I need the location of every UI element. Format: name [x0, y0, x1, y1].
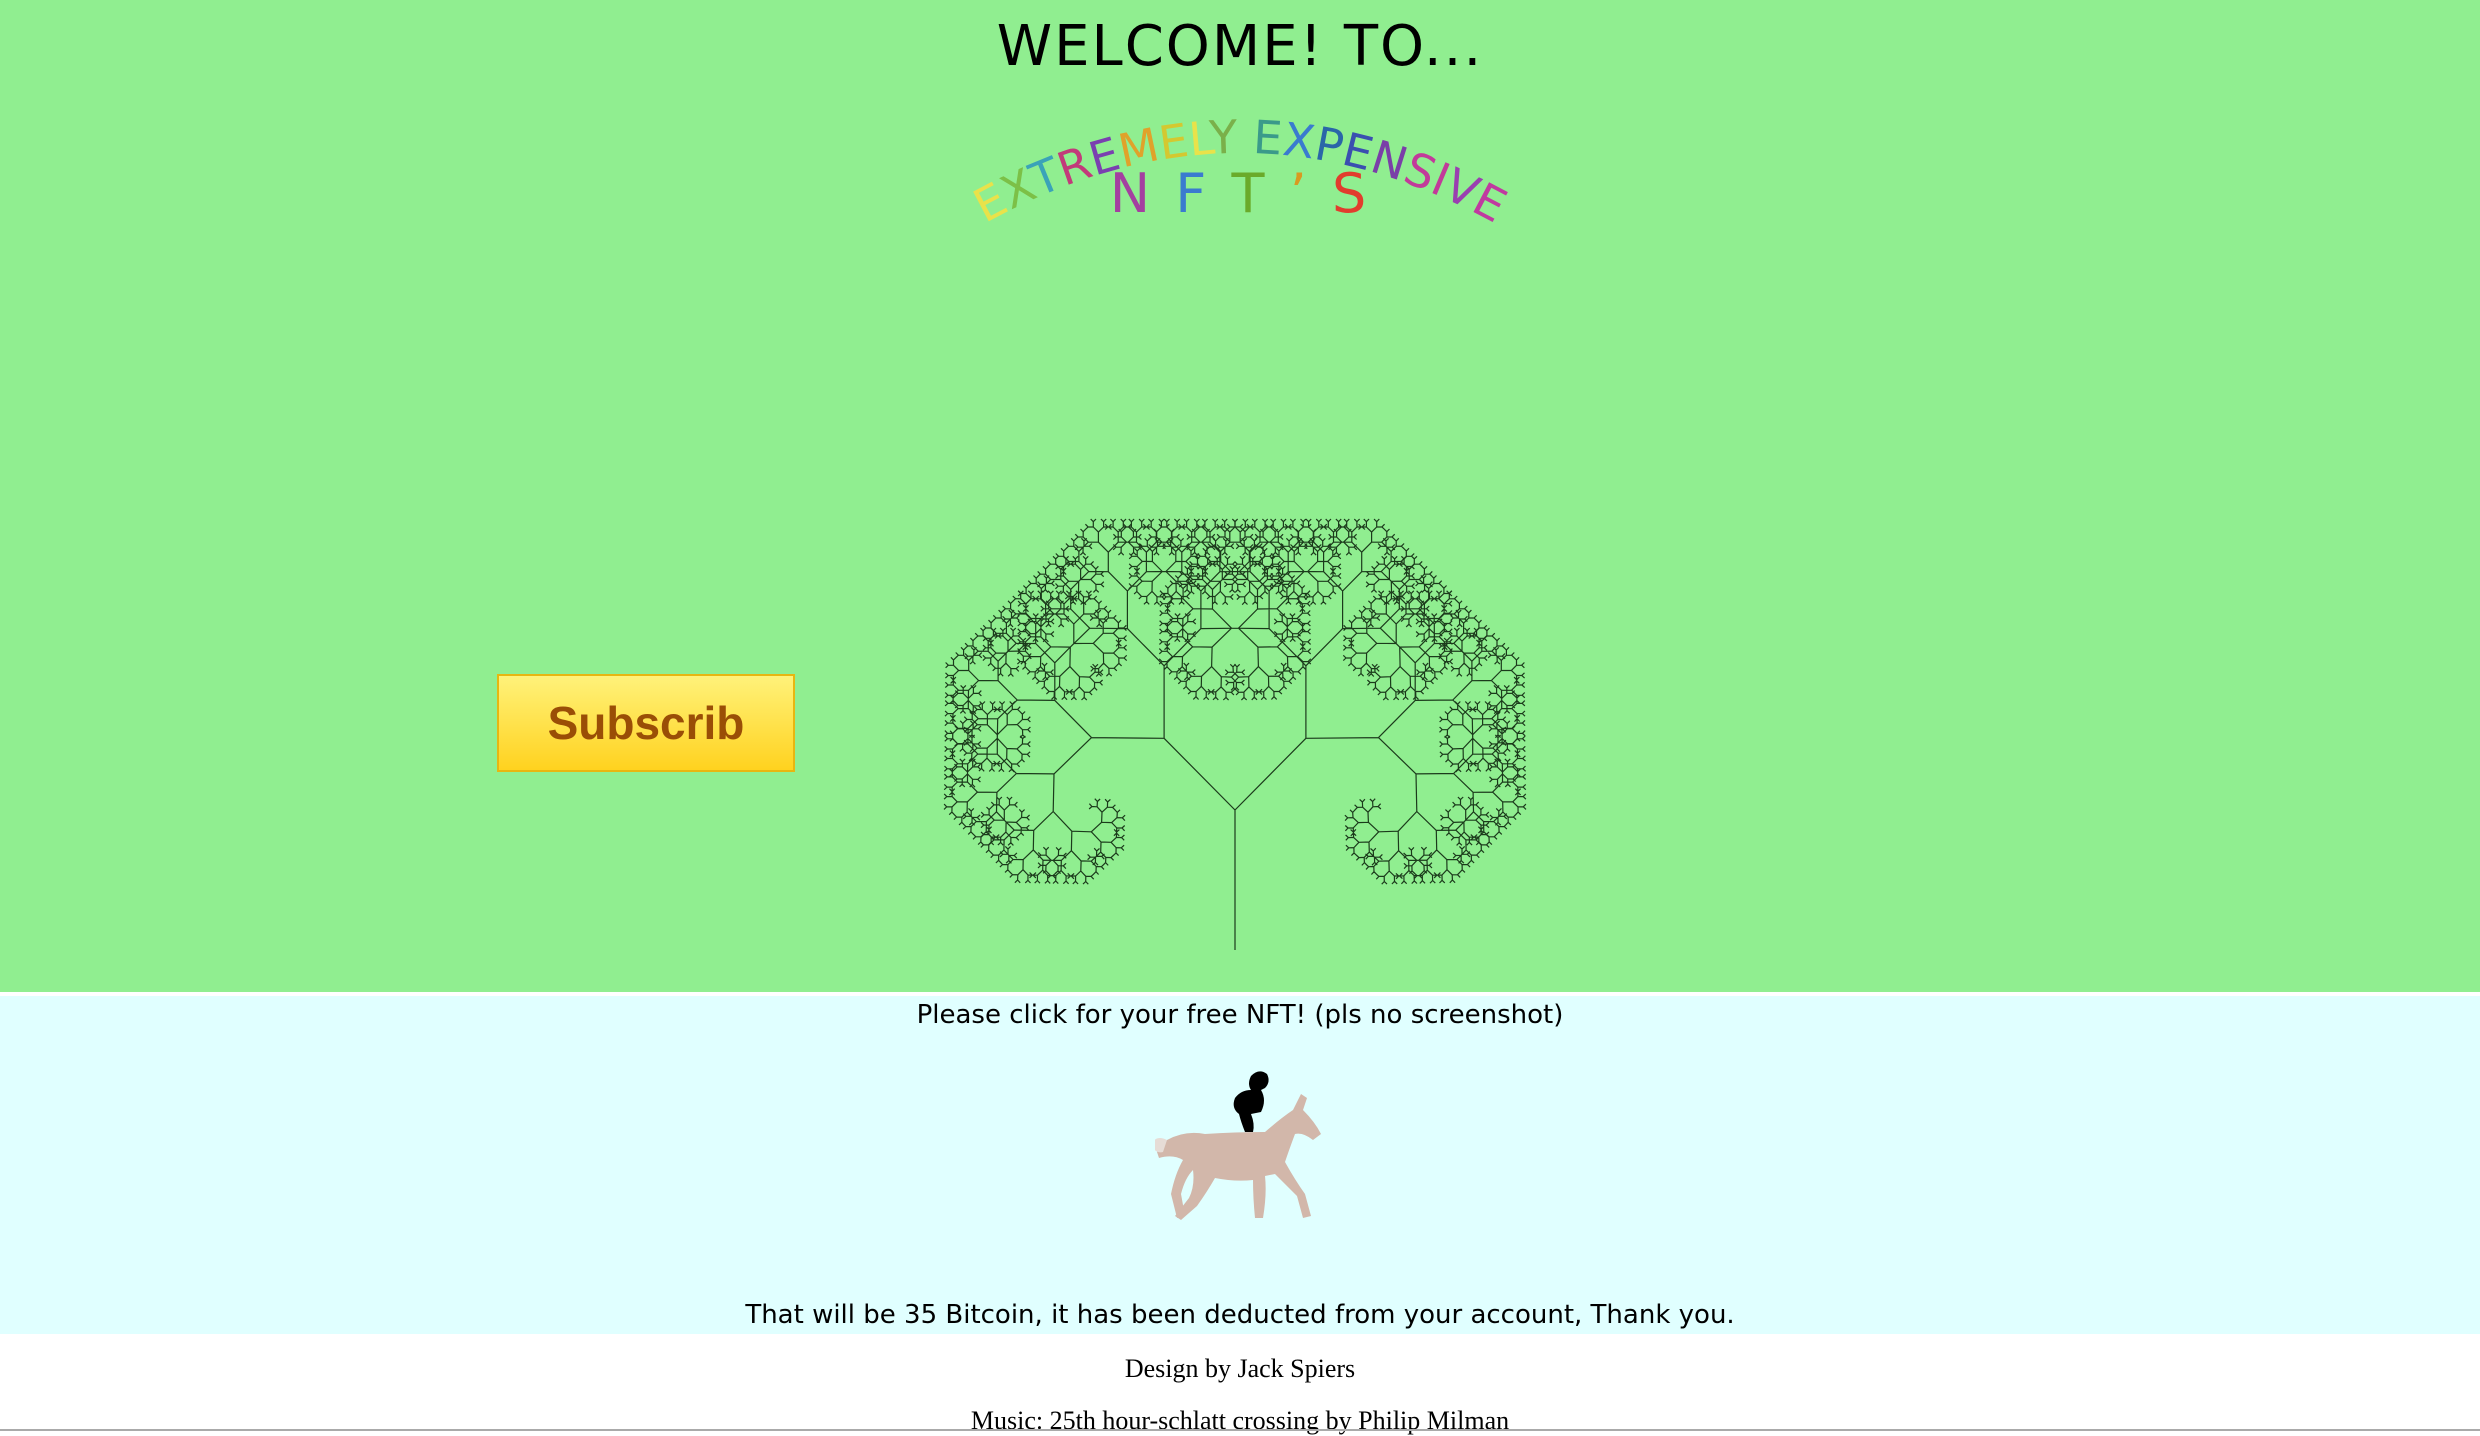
subscribe-button[interactable]: Subscrib — [497, 674, 795, 772]
price-notice: That will be 35 Bitcoin, it has been ded… — [745, 1300, 1735, 1330]
rider-silhouette — [1233, 1071, 1269, 1132]
nft-letter: N — [1109, 162, 1155, 225]
nft-letter: F — [1175, 162, 1211, 225]
design-credit: Design by Jack Spiers — [1124, 1354, 1356, 1383]
fractal-tree-image — [943, 518, 1527, 950]
footer-divider — [0, 1429, 2480, 1431]
welcome-heading: WELCOME! TO... — [996, 14, 1484, 79]
nft-letter: T — [1231, 162, 1269, 225]
free-nft-prompt: Please click for your free NFT! (pls no … — [916, 1000, 1564, 1030]
nft-letter: ’ — [1289, 162, 1311, 225]
nft-word: N F T ’ S — [0, 162, 2480, 225]
horse-rider-icon[interactable] — [1155, 1068, 1325, 1226]
nft-letter: S — [1332, 162, 1371, 225]
tree-branches — [943, 518, 1527, 950]
